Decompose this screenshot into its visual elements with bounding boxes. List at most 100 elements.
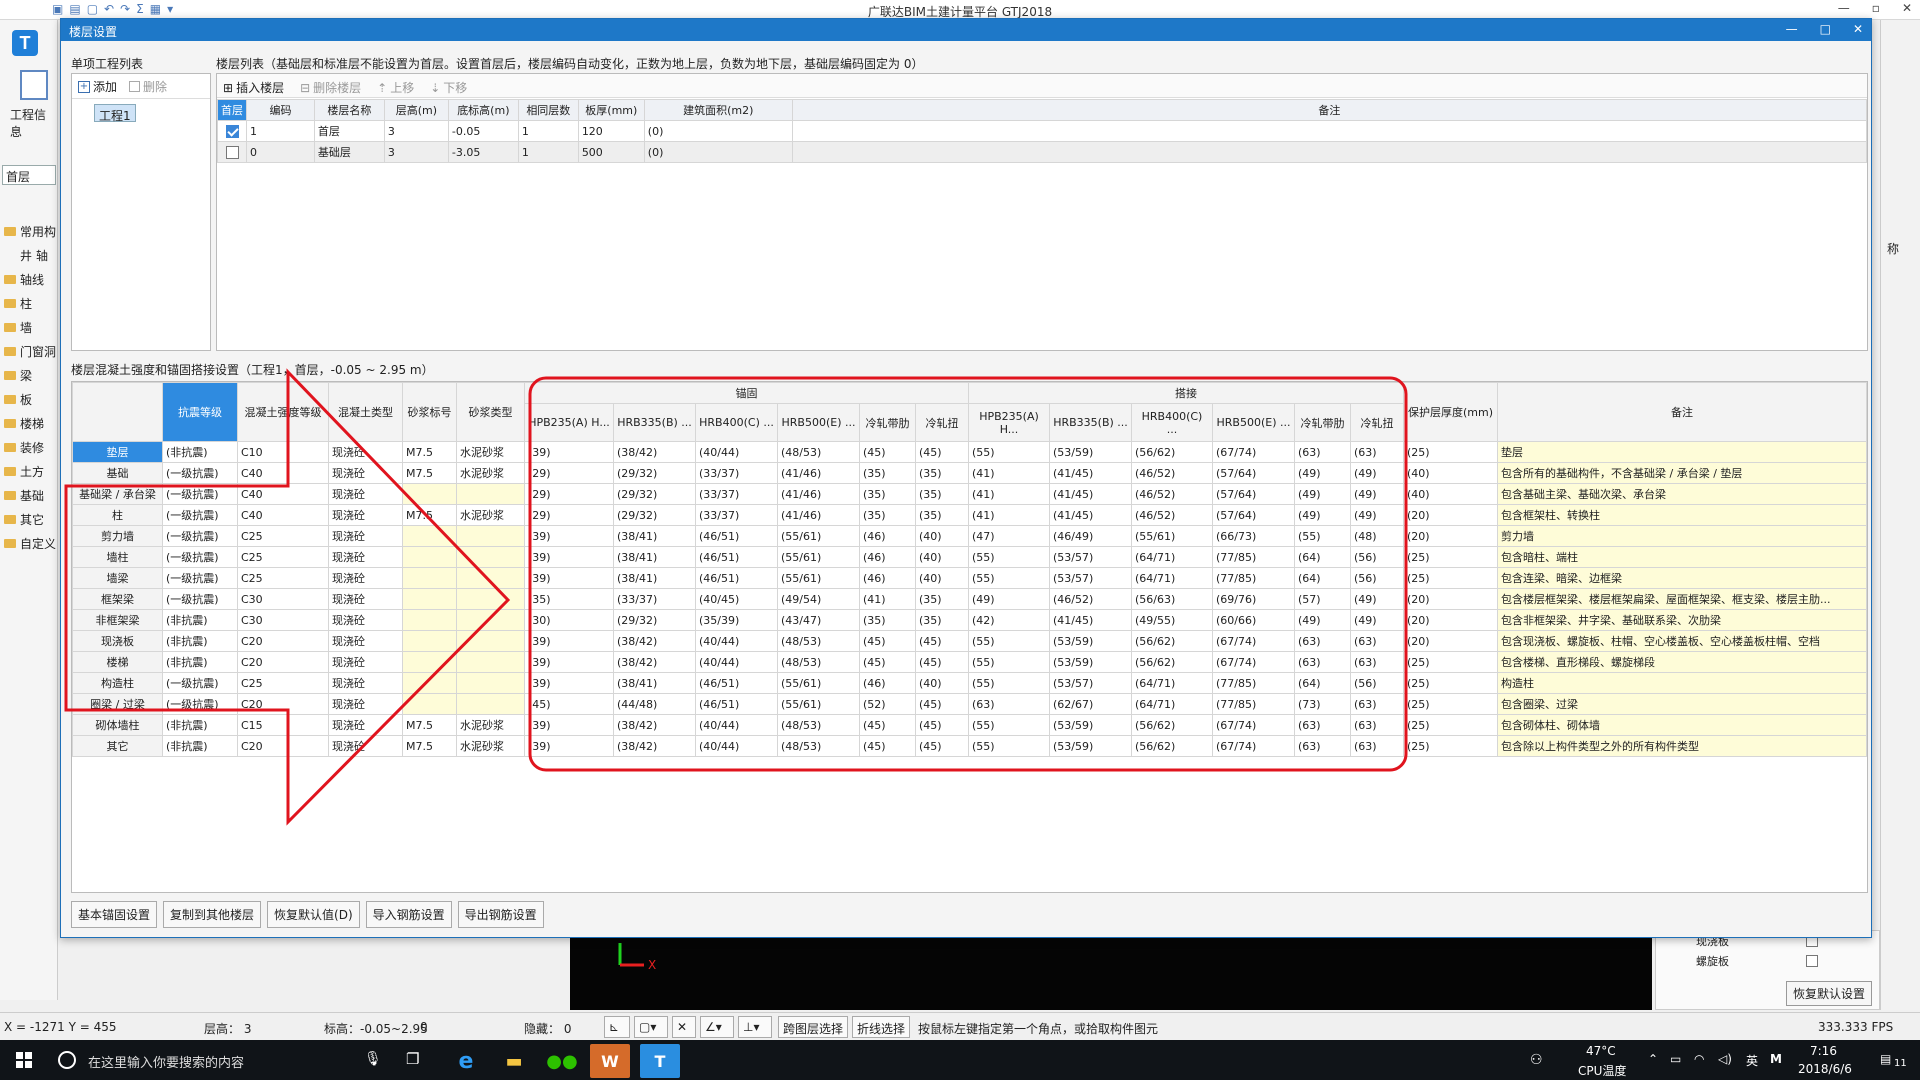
table-cell[interactable]: (39) <box>524 651 614 673</box>
table-cell[interactable]: (38/41) <box>613 567 696 589</box>
copy-to-floors-button[interactable]: 复制到其他楼层 <box>163 901 262 928</box>
table-cell[interactable]: (49/55) <box>1131 609 1213 631</box>
table-cell[interactable]: (63) <box>1294 441 1351 463</box>
table-cell[interactable]: (55) <box>968 630 1050 652</box>
floor-select[interactable]: 首层 <box>2 165 56 185</box>
table-cell[interactable]: M7.5 <box>402 735 457 757</box>
table-cell[interactable]: 包含圈梁、过梁 <box>1497 693 1867 715</box>
table-cell[interactable]: (45) <box>915 693 969 715</box>
ortho-icon[interactable]: ⊾ <box>604 1016 630 1038</box>
table-cell[interactable]: C10 <box>237 441 329 463</box>
table-cell[interactable]: (29) <box>524 462 614 484</box>
angle-icon[interactable]: ∠▾ <box>700 1016 734 1038</box>
table-cell[interactable]: (69/76) <box>1212 588 1295 610</box>
table-row[interactable]: 墙梁 (一级抗震) C25 现浇砼 (39) (38/41) (46/51) (55/61)(… <box>72 567 1867 589</box>
table-cell[interactable]: 1 <box>517 120 579 142</box>
table-cell[interactable]: 垫层 <box>1497 441 1867 463</box>
table-cell[interactable] <box>456 609 525 631</box>
table-cell[interactable]: (63) <box>1294 735 1351 757</box>
table-cell[interactable]: (45) <box>524 693 614 715</box>
table-cell[interactable]: (67/74) <box>1212 630 1295 652</box>
table-row[interactable]: 现浇板 (非抗震) C20 现浇砼 (39) (38/42) (40/44) (48/53)(… <box>72 630 1867 652</box>
gtj-app-icon[interactable]: T <box>640 1044 680 1078</box>
table-cell[interactable]: (47) <box>968 525 1050 547</box>
table-cell[interactable]: (48/53) <box>777 735 860 757</box>
maximize-icon[interactable]: □ <box>1820 22 1831 36</box>
table-cell[interactable]: (46/51) <box>695 567 778 589</box>
table-cell[interactable]: (64/71) <box>1131 567 1213 589</box>
table-cell[interactable]: (63) <box>1294 651 1351 673</box>
table-cell[interactable]: (20) <box>1403 630 1498 652</box>
table-cell[interactable]: (63) <box>1350 714 1404 736</box>
nav-item[interactable]: 自定义 <box>4 532 56 554</box>
table-row[interactable]: 框架梁 (一级抗震) C30 现浇砼 (35) (33/37) (40/45) (49/54)… <box>72 588 1867 610</box>
chevron-up-icon[interactable]: ⌃ <box>1648 1052 1658 1066</box>
table-cell[interactable]: (63) <box>1294 714 1351 736</box>
table-cell[interactable]: (49/54) <box>777 588 860 610</box>
table-cell[interactable]: (48/53) <box>777 714 860 736</box>
table-cell[interactable]: (0) <box>643 141 793 163</box>
table-cell[interactable] <box>456 483 525 505</box>
table-row[interactable]: 构造柱 (一级抗震) C25 现浇砼 (39) (38/41) (46/51) (55/61)… <box>72 672 1867 694</box>
table-cell[interactable]: (77/85) <box>1212 546 1295 568</box>
table-cell[interactable]: 剪力墙 <box>1497 525 1867 547</box>
table-cell[interactable]: (53/57) <box>1049 567 1132 589</box>
table-cell[interactable]: 现浇砼 <box>328 609 403 631</box>
first-floor-cell[interactable] <box>217 141 247 163</box>
table-cell[interactable]: 水泥砂浆 <box>456 441 525 463</box>
table-cell[interactable] <box>791 120 1868 142</box>
table-cell[interactable] <box>402 672 457 694</box>
move-down-button[interactable]: ⇣ 下移 <box>430 79 467 96</box>
table-cell[interactable]: (30) <box>524 609 614 631</box>
table-cell[interactable]: 现浇砼 <box>328 441 403 463</box>
select-box-icon[interactable]: ▢▾ <box>634 1016 668 1038</box>
table-cell[interactable]: (45) <box>915 630 969 652</box>
table-cell[interactable]: (57/64) <box>1212 483 1295 505</box>
table-cell[interactable]: (55) <box>968 567 1050 589</box>
table-cell[interactable] <box>456 672 525 694</box>
delete-button[interactable]: 删除 <box>129 78 167 95</box>
people-icon[interactable]: ⚇ <box>1530 1052 1543 1068</box>
add-button[interactable]: + 添加 <box>78 78 117 95</box>
table-cell[interactable] <box>402 651 457 673</box>
table-cell[interactable]: (63) <box>1350 735 1404 757</box>
table-cell[interactable]: (41/45) <box>1049 609 1132 631</box>
row-header[interactable]: 楼梯 <box>72 651 163 673</box>
table-cell[interactable]: 现浇砼 <box>328 630 403 652</box>
table-cell[interactable]: (39) <box>524 630 614 652</box>
table-cell[interactable]: C30 <box>237 588 329 610</box>
table-cell[interactable] <box>402 567 457 589</box>
table-cell[interactable]: (一级抗震) <box>162 693 238 715</box>
cross-floor-select-button[interactable]: 跨图层选择 <box>778 1016 849 1038</box>
table-cell[interactable]: (20) <box>1403 525 1498 547</box>
table-cell[interactable]: (56/62) <box>1131 714 1213 736</box>
table-cell[interactable]: (38/42) <box>613 735 696 757</box>
table-cell[interactable]: 水泥砂浆 <box>456 462 525 484</box>
table-cell[interactable]: (41/45) <box>1049 483 1132 505</box>
table-cell[interactable]: (41) <box>968 483 1050 505</box>
project-info-icon[interactable] <box>20 70 48 100</box>
table-cell[interactable]: (55/61) <box>777 525 860 547</box>
table-cell[interactable]: (64/71) <box>1131 672 1213 694</box>
row-header[interactable]: 剪力墙 <box>72 525 163 547</box>
table-cell[interactable]: (29/32) <box>613 462 696 484</box>
table-cell[interactable]: 包含基础主梁、基础次梁、承台梁 <box>1497 483 1867 505</box>
table-cell[interactable]: (55/61) <box>777 546 860 568</box>
table-cell[interactable]: (46/52) <box>1131 462 1213 484</box>
table-cell[interactable]: (40) <box>915 672 969 694</box>
checkbox[interactable] <box>1806 955 1818 967</box>
table-cell[interactable]: (40/44) <box>695 630 778 652</box>
table-cell[interactable]: (一级抗震) <box>162 525 238 547</box>
table-cell[interactable]: (55) <box>1294 525 1351 547</box>
row-header[interactable]: 非框架梁 <box>72 609 163 631</box>
table-cell[interactable]: (25) <box>1403 441 1498 463</box>
table-cell[interactable]: (57/64) <box>1212 504 1295 526</box>
table-cell[interactable]: (46/51) <box>695 525 778 547</box>
table-cell[interactable]: (56/63) <box>1131 588 1213 610</box>
table-cell[interactable] <box>402 546 457 568</box>
table-row[interactable]: 基础 (一级抗震) C40 现浇砼 M7.5 水泥砂浆 (29) (29/32) (33/37)… <box>72 462 1867 484</box>
table-cell[interactable]: (48) <box>1350 525 1404 547</box>
table-cell[interactable]: (49) <box>968 588 1050 610</box>
table-cell[interactable]: (29/32) <box>613 504 696 526</box>
table-cell[interactable]: (29/32) <box>613 483 696 505</box>
